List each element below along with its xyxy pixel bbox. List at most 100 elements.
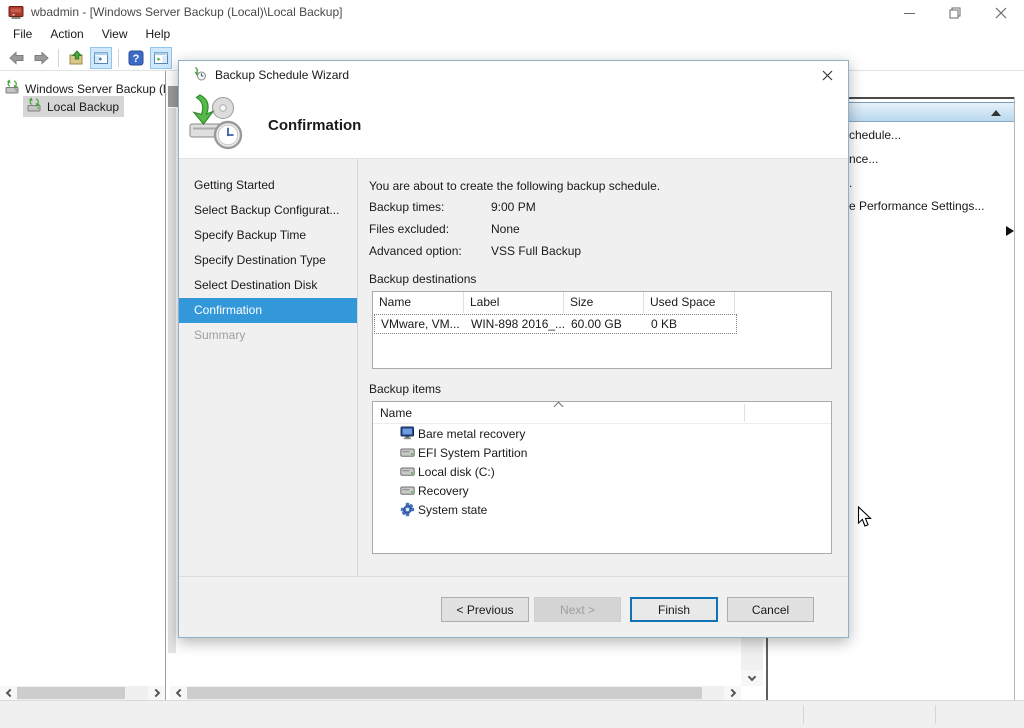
tree-item-label: Local Backup [47, 100, 119, 114]
window-title: wbadmin - [Windows Server Backup (Local)… [31, 5, 342, 19]
field-value: VSS Full Backup [491, 244, 581, 258]
statusbar-separator [803, 705, 804, 724]
backup-item-row[interactable]: EFI System Partition [373, 443, 831, 462]
menu-file[interactable]: File [4, 25, 41, 43]
field-value: 9:00 PM [491, 200, 536, 214]
previous-button[interactable]: < Previous [441, 597, 529, 622]
backup-destinations-label: Backup destinations [369, 272, 476, 286]
wizard-step-select-destination-disk[interactable]: Select Destination Disk [179, 273, 357, 298]
column-divider [744, 404, 745, 422]
forward-button[interactable] [30, 47, 52, 69]
server-backup-icon [26, 97, 42, 116]
scroll-right-button[interactable] [724, 686, 741, 700]
wizard-title-icon [191, 66, 207, 85]
backup-destinations-table[interactable]: NameLabelSizeUsed SpaceVMware, VM...WIN-… [372, 291, 832, 369]
backup-items-list[interactable]: Name Bare metal recovery EFI System Partit… [372, 401, 832, 554]
column-header-name[interactable]: Name [380, 406, 412, 420]
up-one-level-button[interactable] [65, 47, 87, 69]
action-item-fragment[interactable]: e Performance Settings... [849, 199, 984, 213]
wizard-header: Confirmation [179, 89, 848, 159]
wizard-step-confirmation[interactable]: Confirmation [179, 298, 357, 323]
menu-view[interactable]: View [93, 25, 137, 43]
backup-schedule-icon [187, 93, 245, 153]
wizard-step-getting-started[interactable]: Getting Started [179, 173, 357, 198]
backup-item-name: Recovery [418, 484, 469, 498]
scroll-left-button[interactable] [170, 686, 187, 700]
field-label: Files excluded: [369, 222, 449, 236]
svg-text:?: ? [133, 53, 140, 65]
backup-item-row[interactable]: Local disk (C:) [373, 462, 831, 481]
server-backup-icon [4, 79, 20, 98]
tree-item-local-backup[interactable]: Local Backup [23, 96, 124, 117]
window-controls [886, 0, 1024, 26]
destination-row[interactable]: VMware, VM...WIN-898 2016_...60.00 GB0 K… [374, 314, 737, 334]
list-header-row[interactable]: Name [373, 402, 831, 424]
scrollbar-thumb[interactable] [17, 687, 125, 699]
monitor-icon [400, 426, 415, 441]
menu-help[interactable]: Help [137, 25, 180, 43]
wizard-step-specify-backup-time[interactable]: Specify Backup Time [179, 223, 357, 248]
collapse-arrow-icon[interactable] [991, 110, 1001, 116]
backup-schedule-wizard-dialog: Backup Schedule Wizard Confirmation Gett… [178, 60, 849, 638]
confirmation-intro-text: You are about to create the following ba… [369, 179, 660, 193]
column-header-label[interactable]: Label [464, 292, 564, 313]
summary-field-row: Backup times:9:00 PM [369, 200, 444, 214]
help-button[interactable]: ? [125, 47, 147, 69]
gear-icon [400, 502, 415, 517]
scroll-down-button[interactable] [741, 670, 763, 686]
backup-item-row[interactable]: Recovery [373, 481, 831, 500]
tree-horizontal-scrollbar[interactable] [0, 686, 165, 700]
wizard-steps-list: Getting StartedSelect Backup Configurat.… [179, 159, 357, 348]
column-header-name[interactable]: Name [373, 292, 464, 313]
scroll-right-button[interactable] [148, 686, 165, 700]
backup-item-name: Bare metal recovery [418, 427, 525, 441]
action-pane-toggle-button[interactable] [150, 47, 172, 69]
action-item-fragment[interactable]: . [849, 176, 852, 190]
destination-cell: WIN-898 2016_... [465, 317, 565, 331]
title-bar: wbadmin - [Windows Server Backup (Local)… [0, 0, 1024, 24]
cancel-button[interactable]: Cancel [727, 597, 814, 622]
backup-item-name: Local disk (C:) [418, 465, 495, 479]
action-item-fragment[interactable]: chedule... [849, 128, 901, 142]
summary-field-row: Files excluded:None [369, 222, 449, 236]
minimize-button[interactable] [886, 0, 932, 26]
summary-field-row: Advanced option:VSS Full Backup [369, 244, 462, 258]
sort-ascending-icon [554, 402, 564, 412]
dialog-close-button[interactable] [814, 65, 840, 85]
toolbar-separator [58, 49, 59, 67]
wizard-step-specify-destination-type[interactable]: Specify Destination Type [179, 248, 357, 273]
disk-icon [400, 483, 415, 498]
menu-action[interactable]: Action [41, 25, 92, 43]
actions-panel-border [1014, 97, 1015, 700]
next-button: Next > [534, 597, 621, 622]
column-header-filler [735, 292, 831, 313]
finish-button[interactable]: Finish [630, 597, 718, 622]
backup-items-label: Backup items [369, 382, 441, 396]
results-horizontal-scrollbar[interactable] [170, 686, 741, 700]
console-tree-toggle-button[interactable] [90, 47, 112, 69]
close-button[interactable] [978, 0, 1024, 26]
backup-item-row[interactable]: Bare metal recovery [373, 424, 831, 443]
wizard-step-summary[interactable]: Summary [179, 323, 357, 348]
statusbar-separator [935, 705, 936, 724]
restore-button[interactable] [932, 0, 978, 26]
table-header-row: NameLabelSizeUsed Space [373, 292, 831, 313]
toolbar-separator [118, 49, 119, 67]
disk-icon [400, 464, 415, 479]
wizard-step-select-backup-configurat[interactable]: Select Backup Configurat... [179, 198, 357, 223]
field-label: Advanced option: [369, 244, 462, 258]
backup-item-row[interactable]: System state [373, 500, 831, 519]
status-bar [0, 700, 1024, 728]
steps-divider [357, 159, 358, 576]
column-header-used-space[interactable]: Used Space [644, 292, 735, 313]
field-label: Backup times: [369, 200, 444, 214]
scroll-left-button[interactable] [0, 686, 17, 700]
menu-bar: FileActionViewHelp [0, 24, 1024, 44]
column-header-size[interactable]: Size [564, 292, 644, 313]
back-button[interactable] [5, 47, 27, 69]
action-item-fragment[interactable]: nce... [849, 152, 878, 166]
footer-divider [179, 576, 848, 577]
scrollbar-thumb[interactable] [187, 687, 702, 699]
field-value: None [491, 222, 520, 236]
dialog-title-bar: Backup Schedule Wizard [179, 61, 848, 89]
